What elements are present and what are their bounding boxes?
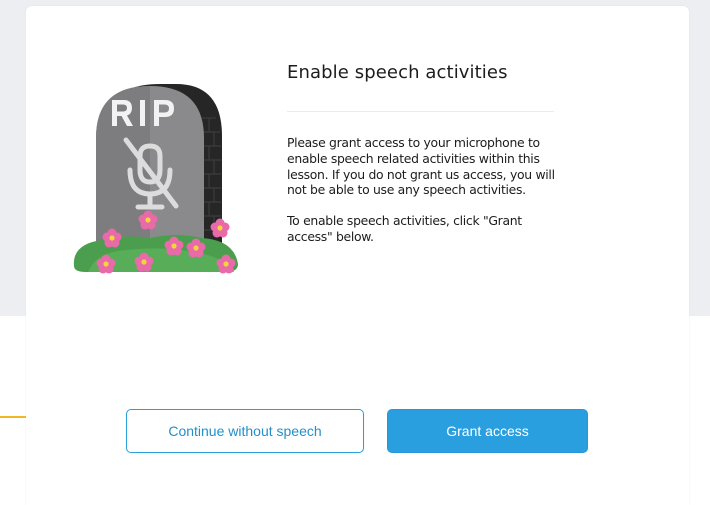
- grant-instruction: To enable speech activities, click "Gran…: [287, 213, 522, 244]
- grant-access-button[interactable]: Grant access: [387, 409, 588, 453]
- title-divider: [287, 111, 554, 112]
- continue-without-speech-button[interactable]: Continue without speech: [126, 409, 364, 453]
- dialog-body: Please grant access to your microphone t…: [287, 135, 569, 245]
- speech-permission-dialog: Enable speech activities Please grant ac…: [26, 6, 689, 505]
- dialog-title: Enable speech activities: [287, 62, 508, 83]
- tombstone-muted-microphone-icon: [66, 66, 246, 276]
- permission-explanation: Please grant access to your microphone t…: [287, 135, 555, 198]
